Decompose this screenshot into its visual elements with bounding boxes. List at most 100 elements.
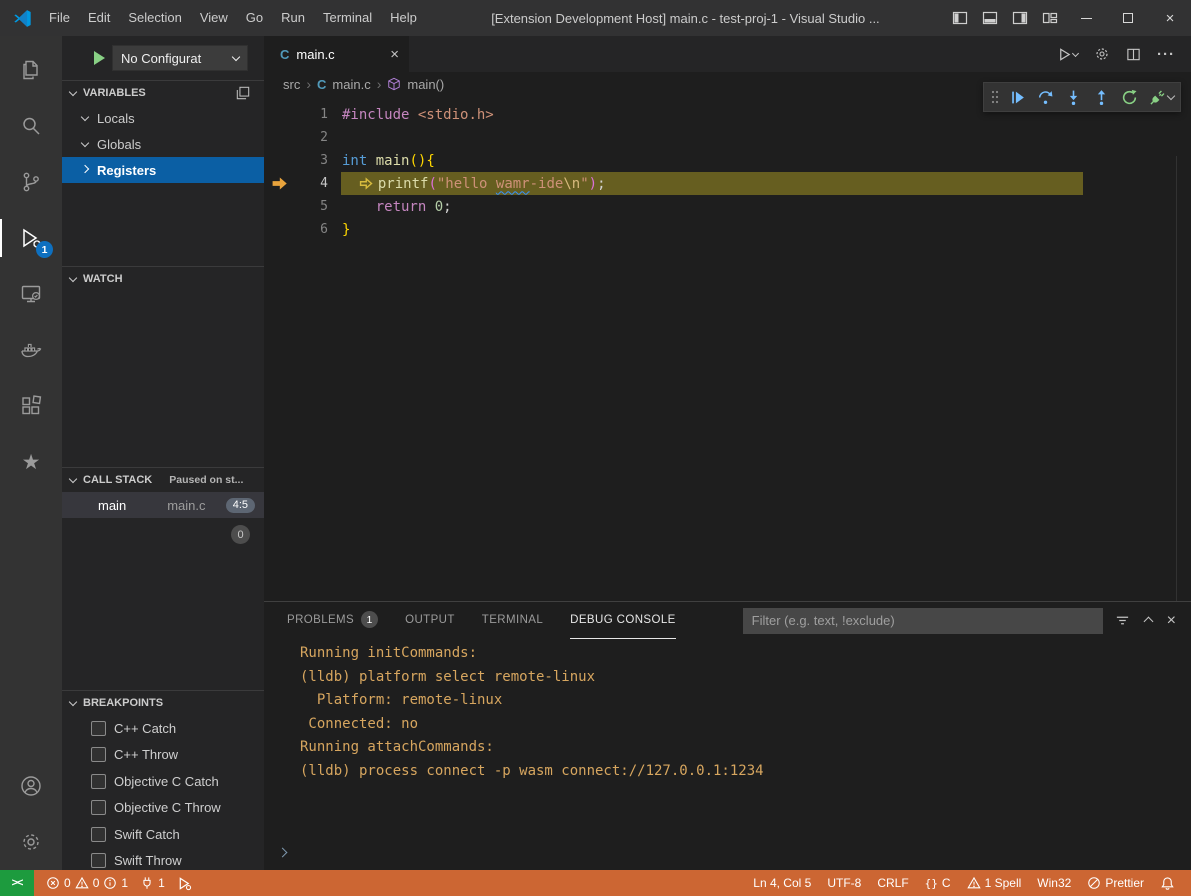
filter-lines-icon[interactable] [1115, 613, 1130, 628]
tab-output[interactable]: OUTPUT [405, 602, 455, 639]
activity-account[interactable] [0, 758, 62, 814]
tab-problems[interactable]: PROBLEMS 1 [287, 602, 378, 639]
spell-checker-status[interactable]: 1 Spell [959, 870, 1030, 896]
breakpoint-checkbox[interactable] [91, 853, 106, 868]
variables-item-globals[interactable]: Globals [62, 131, 264, 157]
console-filter-input[interactable] [743, 608, 1103, 634]
close-panel-icon[interactable]: × [1167, 612, 1176, 630]
start-debug-icon[interactable] [94, 51, 105, 65]
debug-count-badge: 1 [36, 241, 53, 258]
disconnect-button[interactable] [1144, 84, 1170, 110]
breakpoint-checkbox[interactable] [91, 800, 106, 815]
notifications-status[interactable] [1152, 870, 1183, 896]
variables-header[interactable]: VARIABLES [62, 81, 264, 105]
code-line: 5 return 0; [264, 195, 1191, 218]
menu-item[interactable]: Run [272, 0, 314, 36]
toggle-panel-icon[interactable] [975, 0, 1005, 36]
menu-item[interactable]: Help [381, 0, 426, 36]
menu-item[interactable]: Go [237, 0, 272, 36]
toolbar-drag-handle[interactable] [988, 89, 1002, 105]
settings-gear-button[interactable] [1094, 46, 1110, 62]
platform-status[interactable]: Win32 [1029, 870, 1079, 896]
breakpoint-checkbox[interactable] [91, 721, 106, 736]
activity-search[interactable] [0, 98, 62, 154]
menu-item[interactable]: Edit [79, 0, 119, 36]
stack-frame-row[interactable]: main main.c 4:5 [62, 492, 264, 518]
activity-remote-explorer[interactable] [0, 266, 62, 322]
breakpoint-item[interactable]: C++ Throw [62, 742, 264, 769]
close-tab-icon[interactable]: × [390, 46, 399, 63]
run-or-debug-button[interactable] [1057, 47, 1078, 62]
step-over-button[interactable] [1032, 84, 1058, 110]
debug-config-dropdown[interactable]: No Configurat [112, 45, 248, 71]
tab-main-c[interactable]: C main.c × [264, 36, 409, 72]
activity-source-control[interactable] [0, 154, 62, 210]
minimize-button[interactable] [1065, 0, 1107, 36]
formatter-status[interactable]: Prettier [1079, 870, 1152, 896]
split-editor-button[interactable] [1126, 47, 1141, 62]
debug-session-status[interactable] [171, 870, 198, 896]
problems-count-badge: 1 [361, 611, 378, 628]
encoding-status[interactable]: UTF-8 [819, 870, 869, 896]
code-token: #include [342, 107, 409, 123]
code-editor[interactable]: 1#include <stdio.h>23int main(){4 printf… [264, 96, 1191, 601]
activity-docker[interactable] [0, 322, 62, 378]
collapse-all-icon[interactable] [236, 86, 250, 100]
step-into-button[interactable] [1060, 84, 1086, 110]
close-window-button[interactable]: × [1149, 0, 1191, 36]
breakpoint-checkbox[interactable] [91, 827, 106, 842]
step-out-button[interactable] [1088, 84, 1114, 110]
line-number: 1 [292, 107, 328, 122]
remote-indicator[interactable]: >< [0, 870, 34, 896]
breakpoint-item[interactable]: Swift Catch [62, 821, 264, 848]
maximize-panel-icon[interactable] [1143, 617, 1153, 627]
call-stack-header[interactable]: CALL STACK Paused on st... [62, 468, 264, 492]
variables-header-label: VARIABLES [83, 87, 146, 99]
watch-header[interactable]: WATCH [62, 267, 264, 291]
tab-debug-console[interactable]: DEBUG CONSOLE [570, 602, 676, 639]
restart-button[interactable] [1116, 84, 1142, 110]
breakpoint-item[interactable]: Objective C Throw [62, 795, 264, 822]
activity-run-and-debug[interactable]: 1 [0, 210, 62, 266]
activity-favorites[interactable]: ★ [0, 434, 62, 490]
breakpoint-checkbox[interactable] [91, 774, 106, 789]
breadcrumb-symbol[interactable]: main() [407, 77, 444, 92]
activity-extensions[interactable] [0, 378, 62, 434]
ports-status[interactable]: 1 [134, 870, 171, 896]
customize-layout-icon[interactable] [1035, 0, 1065, 36]
toggle-secondary-sidebar-icon[interactable] [1005, 0, 1035, 36]
eol-status[interactable]: CRLF [869, 870, 916, 896]
debug-current-frame-arrow-icon[interactable] [264, 176, 292, 191]
toggle-sidebar-icon[interactable] [945, 0, 975, 36]
variables-item-registers[interactable]: Registers [62, 157, 264, 183]
debug-console-input[interactable] [279, 846, 286, 861]
more-actions-icon[interactable]: ··· [1157, 46, 1175, 63]
breakpoint-item[interactable]: Swift Throw [62, 848, 264, 871]
cursor-position[interactable]: Ln 4, Col 5 [745, 870, 819, 896]
menu-item[interactable]: Selection [119, 0, 190, 36]
variables-item-locals[interactable]: Locals [62, 105, 264, 131]
inline-breakpoint-icon[interactable] [359, 177, 376, 190]
watch-header-label: WATCH [83, 273, 123, 285]
breadcrumb-folder[interactable]: src [283, 77, 300, 92]
activity-settings[interactable] [0, 814, 62, 870]
code-line: 3int main(){ [264, 149, 1191, 172]
debug-console-output[interactable]: Running initCommands:(lldb) platform sel… [264, 639, 1191, 870]
breakpoints-header[interactable]: BREAKPOINTS [62, 691, 264, 715]
breakpoint-checkbox[interactable] [91, 747, 106, 762]
breakpoint-label: C++ Throw [114, 747, 178, 762]
menu-item[interactable]: Terminal [314, 0, 381, 36]
maximize-button[interactable] [1107, 0, 1149, 36]
menu-item[interactable]: View [191, 0, 237, 36]
breakpoint-item[interactable]: C++ Catch [62, 715, 264, 742]
editor-scrollbar[interactable] [1176, 156, 1191, 601]
activity-explorer[interactable] [0, 42, 62, 98]
continue-button[interactable] [1004, 84, 1030, 110]
breakpoint-item[interactable]: Objective C Catch [62, 768, 264, 795]
step-out-icon [1093, 89, 1110, 106]
language-mode[interactable]: {} C [917, 870, 959, 896]
problems-status[interactable]: 0 0 1 [40, 870, 134, 896]
menu-item[interactable]: File [40, 0, 79, 36]
tab-terminal[interactable]: TERMINAL [482, 602, 543, 639]
breadcrumb-file[interactable]: main.c [332, 77, 370, 92]
